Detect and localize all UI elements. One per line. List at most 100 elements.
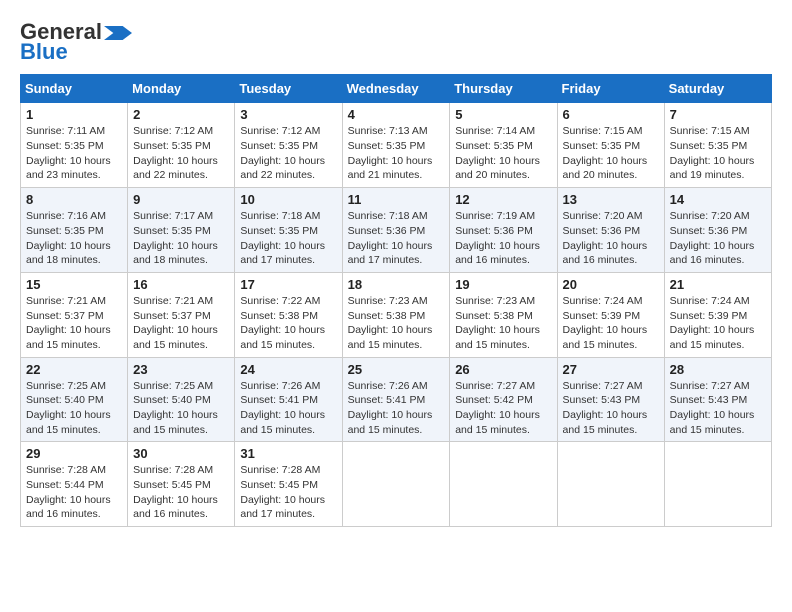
- day-number: 7: [670, 107, 766, 122]
- calendar-cell: 17 Sunrise: 7:22 AM Sunset: 5:38 PM Dayli…: [235, 272, 342, 357]
- calendar-cell: [450, 442, 557, 527]
- calendar-cell: 9 Sunrise: 7:17 AM Sunset: 5:35 PM Daylig…: [128, 188, 235, 273]
- day-number: 17: [240, 277, 336, 292]
- day-number: 15: [26, 277, 122, 292]
- calendar-week-row: 1 Sunrise: 7:11 AM Sunset: 5:35 PM Daylig…: [21, 103, 772, 188]
- day-info: Sunrise: 7:15 AM Sunset: 5:35 PM Dayligh…: [670, 124, 766, 183]
- day-number: 29: [26, 446, 122, 461]
- day-number: 24: [240, 362, 336, 377]
- calendar-week-row: 29 Sunrise: 7:28 AM Sunset: 5:44 PM Dayli…: [21, 442, 772, 527]
- page-header: General Blue: [20, 20, 772, 64]
- logo-icon: [104, 26, 132, 40]
- day-info: Sunrise: 7:17 AM Sunset: 5:35 PM Dayligh…: [133, 209, 229, 268]
- calendar-cell: 31 Sunrise: 7:28 AM Sunset: 5:45 PM Dayli…: [235, 442, 342, 527]
- calendar-cell: 16 Sunrise: 7:21 AM Sunset: 5:37 PM Dayli…: [128, 272, 235, 357]
- day-info: Sunrise: 7:18 AM Sunset: 5:36 PM Dayligh…: [348, 209, 445, 268]
- day-info: Sunrise: 7:27 AM Sunset: 5:42 PM Dayligh…: [455, 379, 551, 438]
- day-number: 8: [26, 192, 122, 207]
- day-number: 9: [133, 192, 229, 207]
- day-number: 25: [348, 362, 445, 377]
- day-info: Sunrise: 7:26 AM Sunset: 5:41 PM Dayligh…: [240, 379, 336, 438]
- day-info: Sunrise: 7:27 AM Sunset: 5:43 PM Dayligh…: [563, 379, 659, 438]
- day-info: Sunrise: 7:13 AM Sunset: 5:35 PM Dayligh…: [348, 124, 445, 183]
- day-info: Sunrise: 7:23 AM Sunset: 5:38 PM Dayligh…: [348, 294, 445, 353]
- day-info: Sunrise: 7:21 AM Sunset: 5:37 PM Dayligh…: [133, 294, 229, 353]
- logo: General Blue: [20, 20, 132, 64]
- calendar-cell: 14Sunrise: 7:20 AM Sunset: 5:36 PM Dayli…: [664, 188, 771, 273]
- calendar-cell: 3 Sunrise: 7:12 AM Sunset: 5:35 PM Daylig…: [235, 103, 342, 188]
- day-number: 27: [563, 362, 659, 377]
- day-info: Sunrise: 7:28 AM Sunset: 5:45 PM Dayligh…: [133, 463, 229, 522]
- day-number: 10: [240, 192, 336, 207]
- day-number: 11: [348, 192, 445, 207]
- day-info: Sunrise: 7:14 AM Sunset: 5:35 PM Dayligh…: [455, 124, 551, 183]
- calendar-cell: 24 Sunrise: 7:26 AM Sunset: 5:41 PM Dayli…: [235, 357, 342, 442]
- calendar-cell: 29 Sunrise: 7:28 AM Sunset: 5:44 PM Dayli…: [21, 442, 128, 527]
- day-info: Sunrise: 7:26 AM Sunset: 5:41 PM Dayligh…: [348, 379, 445, 438]
- day-info: Sunrise: 7:21 AM Sunset: 5:37 PM Dayligh…: [26, 294, 122, 353]
- weekday-header-monday: Monday: [128, 75, 235, 103]
- day-number: 2: [133, 107, 229, 122]
- day-number: 31: [240, 446, 336, 461]
- calendar-cell: 18 Sunrise: 7:23 AM Sunset: 5:38 PM Dayli…: [342, 272, 450, 357]
- calendar-cell: 19 Sunrise: 7:23 AM Sunset: 5:38 PM Dayli…: [450, 272, 557, 357]
- calendar-cell: [342, 442, 450, 527]
- calendar-week-row: 22Sunrise: 7:25 AM Sunset: 5:40 PM Dayli…: [21, 357, 772, 442]
- day-info: Sunrise: 7:23 AM Sunset: 5:38 PM Dayligh…: [455, 294, 551, 353]
- calendar-cell: [557, 442, 664, 527]
- day-info: Sunrise: 7:18 AM Sunset: 5:35 PM Dayligh…: [240, 209, 336, 268]
- calendar-cell: 30 Sunrise: 7:28 AM Sunset: 5:45 PM Dayli…: [128, 442, 235, 527]
- calendar-cell: 12Sunrise: 7:19 AM Sunset: 5:36 PM Dayli…: [450, 188, 557, 273]
- calendar-cell: 10 Sunrise: 7:18 AM Sunset: 5:35 PM Dayli…: [235, 188, 342, 273]
- weekday-header-sunday: Sunday: [21, 75, 128, 103]
- day-info: Sunrise: 7:25 AM Sunset: 5:40 PM Dayligh…: [133, 379, 229, 438]
- calendar-cell: 27 Sunrise: 7:27 AM Sunset: 5:43 PM Dayli…: [557, 357, 664, 442]
- day-info: Sunrise: 7:11 AM Sunset: 5:35 PM Dayligh…: [26, 124, 122, 183]
- day-info: Sunrise: 7:22 AM Sunset: 5:38 PM Dayligh…: [240, 294, 336, 353]
- calendar-week-row: 8 Sunrise: 7:16 AM Sunset: 5:35 PM Daylig…: [21, 188, 772, 273]
- calendar-cell: 20Sunrise: 7:24 AM Sunset: 5:39 PM Dayli…: [557, 272, 664, 357]
- calendar-cell: 4 Sunrise: 7:13 AM Sunset: 5:35 PM Daylig…: [342, 103, 450, 188]
- calendar-cell: 21 Sunrise: 7:24 AM Sunset: 5:39 PM Dayli…: [664, 272, 771, 357]
- day-info: Sunrise: 7:12 AM Sunset: 5:35 PM Dayligh…: [133, 124, 229, 183]
- calendar-cell: [664, 442, 771, 527]
- day-number: 3: [240, 107, 336, 122]
- day-info: Sunrise: 7:28 AM Sunset: 5:44 PM Dayligh…: [26, 463, 122, 522]
- day-number: 26: [455, 362, 551, 377]
- calendar-cell: 1 Sunrise: 7:11 AM Sunset: 5:35 PM Daylig…: [21, 103, 128, 188]
- calendar-cell: 8 Sunrise: 7:16 AM Sunset: 5:35 PM Daylig…: [21, 188, 128, 273]
- day-info: Sunrise: 7:24 AM Sunset: 5:39 PM Dayligh…: [670, 294, 766, 353]
- calendar-table: SundayMondayTuesdayWednesdayThursdayFrid…: [20, 74, 772, 527]
- day-info: Sunrise: 7:28 AM Sunset: 5:45 PM Dayligh…: [240, 463, 336, 522]
- day-info: Sunrise: 7:19 AM Sunset: 5:36 PM Dayligh…: [455, 209, 551, 268]
- day-info: Sunrise: 7:25 AM Sunset: 5:40 PM Dayligh…: [26, 379, 122, 438]
- weekday-header-saturday: Saturday: [664, 75, 771, 103]
- day-number: 19: [455, 277, 551, 292]
- day-number: 14: [670, 192, 766, 207]
- day-number: 30: [133, 446, 229, 461]
- day-number: 28: [670, 362, 766, 377]
- weekday-header-friday: Friday: [557, 75, 664, 103]
- calendar-cell: 2 Sunrise: 7:12 AM Sunset: 5:35 PM Daylig…: [128, 103, 235, 188]
- weekday-header-tuesday: Tuesday: [235, 75, 342, 103]
- day-number: 4: [348, 107, 445, 122]
- calendar-cell: 23 Sunrise: 7:25 AM Sunset: 5:40 PM Dayli…: [128, 357, 235, 442]
- day-number: 21: [670, 277, 766, 292]
- day-number: 23: [133, 362, 229, 377]
- logo-blue-text: Blue: [20, 40, 68, 64]
- day-info: Sunrise: 7:16 AM Sunset: 5:35 PM Dayligh…: [26, 209, 122, 268]
- calendar-cell: 26 Sunrise: 7:27 AM Sunset: 5:42 PM Dayli…: [450, 357, 557, 442]
- calendar-cell: 7 Sunrise: 7:15 AM Sunset: 5:35 PM Daylig…: [664, 103, 771, 188]
- day-info: Sunrise: 7:15 AM Sunset: 5:35 PM Dayligh…: [563, 124, 659, 183]
- day-info: Sunrise: 7:24 AM Sunset: 5:39 PM Dayligh…: [563, 294, 659, 353]
- day-number: 1: [26, 107, 122, 122]
- calendar-cell: 11 Sunrise: 7:18 AM Sunset: 5:36 PM Dayli…: [342, 188, 450, 273]
- day-info: Sunrise: 7:12 AM Sunset: 5:35 PM Dayligh…: [240, 124, 336, 183]
- day-number: 13: [563, 192, 659, 207]
- calendar-cell: 13 Sunrise: 7:20 AM Sunset: 5:36 PM Dayli…: [557, 188, 664, 273]
- calendar-cell: 22Sunrise: 7:25 AM Sunset: 5:40 PM Dayli…: [21, 357, 128, 442]
- day-number: 16: [133, 277, 229, 292]
- day-info: Sunrise: 7:20 AM Sunset: 5:36 PM Dayligh…: [563, 209, 659, 268]
- day-number: 18: [348, 277, 445, 292]
- day-number: 6: [563, 107, 659, 122]
